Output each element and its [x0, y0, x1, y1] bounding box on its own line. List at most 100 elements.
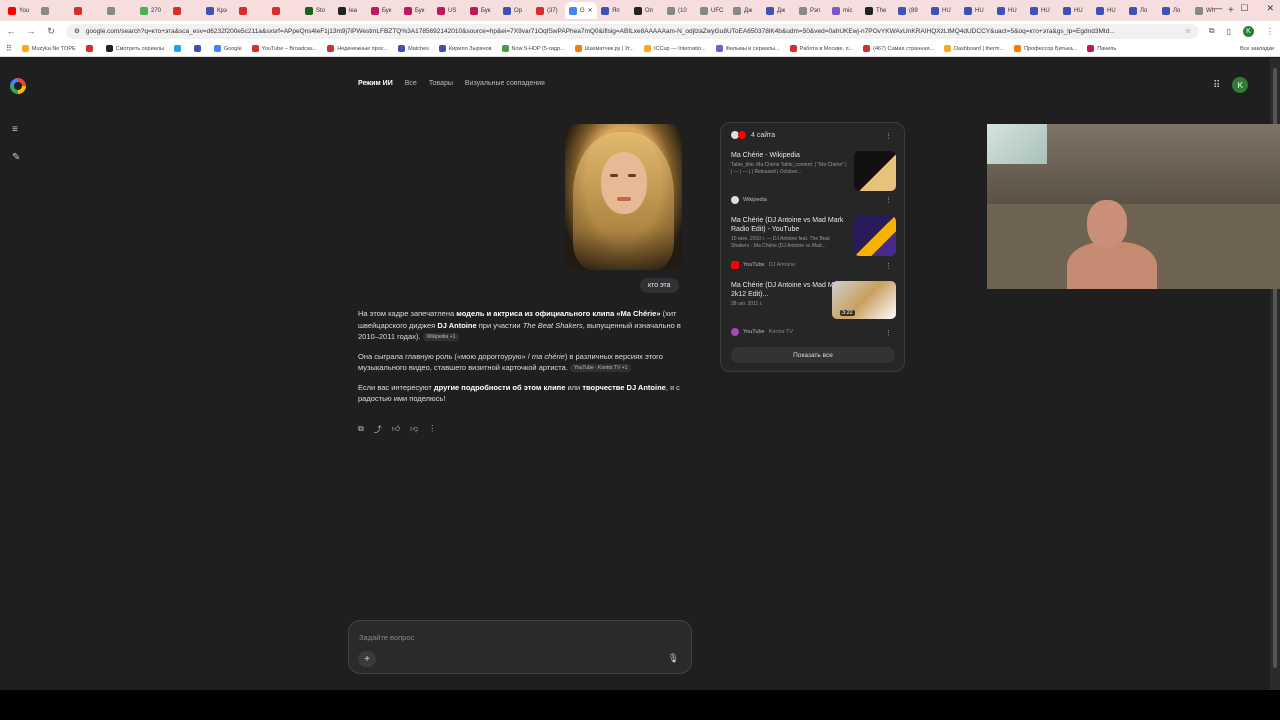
share-icon[interactable]: ⤴	[374, 424, 382, 435]
browser-tab[interactable]: Рэп	[795, 2, 828, 19]
source-more-icon[interactable]: ⋮	[885, 262, 892, 270]
bookmark-item[interactable]	[85, 45, 96, 52]
browser-tab[interactable]	[268, 2, 301, 19]
browser-tab[interactable]: Яп	[597, 2, 630, 19]
citation-chip-wikipedia[interactable]: Wikipedia +1	[422, 333, 460, 342]
close-tab-icon[interactable]: ✕	[588, 7, 593, 14]
show-all-button[interactable]: Показать все	[731, 347, 895, 363]
browser-tab[interactable]: HU	[960, 2, 993, 19]
bookmark-item[interactable]: Смотреть сериалы	[105, 45, 164, 52]
menu-icon[interactable]: ⋮	[1266, 27, 1274, 36]
source-more-icon[interactable]: ⋮	[885, 329, 892, 337]
profile-avatar[interactable]: K	[1243, 25, 1254, 37]
url-text[interactable]: google.com/search?q=кто+эта&sca_esv=d623…	[86, 28, 1179, 35]
browser-tab[interactable]: Дж	[762, 2, 795, 19]
browser-tab[interactable]	[70, 2, 103, 19]
browser-tab[interactable]: Ло	[1125, 2, 1158, 19]
sources-more-icon[interactable]: ⋮	[885, 132, 892, 140]
browser-tab[interactable]: Бук	[466, 2, 499, 19]
bookmark-item[interactable]: Профессор Битька...	[1014, 45, 1077, 52]
browser-tab[interactable]: Sto	[301, 2, 334, 19]
back-icon[interactable]: ←	[6, 26, 16, 36]
browser-tab[interactable]: mic	[828, 2, 861, 19]
sources-header[interactable]: 4 сайта	[731, 131, 775, 139]
history-list-icon[interactable]: ≡	[12, 124, 18, 135]
address-bar[interactable]: ⚙ google.com/search?q=кто+эта&sca_esv=d6…	[66, 23, 1199, 39]
source-thumbnail[interactable]	[854, 151, 896, 191]
bookmark-item[interactable]: (467) Самая странная...	[863, 45, 934, 52]
bookmark-item[interactable]: Matches	[398, 45, 429, 52]
forward-icon[interactable]: →	[26, 26, 36, 36]
bookmark-item[interactable]: Google	[213, 45, 242, 52]
source-video-thumbnail[interactable]: 3:22	[832, 281, 896, 319]
bookmark-item[interactable]: ICCup — Internatio...	[644, 45, 706, 52]
bookmark-item[interactable]	[193, 45, 204, 52]
bookmark-item[interactable]: Фильмы и сериалы...	[715, 45, 780, 52]
tab-products[interactable]: Товары	[429, 80, 453, 87]
browser-tab[interactable]: Оп	[630, 2, 663, 19]
apps-grid-icon[interactable]: ⠿	[6, 44, 12, 53]
browser-tab[interactable]: The	[861, 2, 894, 19]
browser-tab[interactable]: UFC	[696, 2, 729, 19]
bookmark-item[interactable]: Неденежные прос...	[327, 45, 388, 52]
browser-tab[interactable]: (37)	[532, 2, 565, 19]
extensions-icon[interactable]: ⧉	[1209, 26, 1215, 36]
browser-tab[interactable]: (10	[663, 2, 696, 19]
browser-tab[interactable]: Дж	[729, 2, 762, 19]
browser-tab[interactable]: 270	[136, 2, 169, 19]
browser-tab[interactable]: HU	[1026, 2, 1059, 19]
browser-tab[interactable]: (89	[894, 2, 927, 19]
minimize-icon[interactable]: —	[1213, 3, 1222, 14]
source-title[interactable]: Ma Chérie - Wikipedia	[731, 151, 849, 160]
source-item[interactable]: Ma Chérie (DJ Antoine vs Mad Mark 2k12 E…	[731, 281, 896, 319]
source-item[interactable]: Ma Chérie (DJ Antoine vs Mad Mark Radio …	[731, 216, 896, 256]
add-attachment-button[interactable]: +	[358, 651, 376, 667]
browser-tab[interactable]: US	[433, 2, 466, 19]
google-apps-icon[interactable]: ⠿	[1213, 80, 1220, 91]
thumbs-down-icon[interactable]: 👎︎	[410, 424, 418, 435]
tab-ai-mode[interactable]: Режим ИИ	[358, 80, 393, 87]
browser-tab[interactable]: HU	[993, 2, 1026, 19]
ask-placeholder[interactable]: Задайте вопрос	[359, 633, 414, 642]
browser-tab[interactable]: HU	[927, 2, 960, 19]
source-item[interactable]: Ma Chérie - Wikipedia Table_title: Ma Ch…	[731, 151, 896, 191]
browser-tab[interactable]	[169, 2, 202, 19]
microphone-icon[interactable]: 🎙︎	[668, 653, 679, 664]
browser-tab[interactable]: You	[4, 2, 37, 19]
browser-tab[interactable]: Бук	[367, 2, 400, 19]
bookmark-item[interactable]: Muzyka Ne TOPE	[21, 45, 76, 52]
browser-tab[interactable]: lea	[334, 2, 367, 19]
tab-visual-matches[interactable]: Визуальные совпадения	[465, 80, 545, 87]
bookmark-item[interactable]: Панель	[1087, 45, 1116, 52]
query-image[interactable]	[565, 124, 682, 270]
browser-tab[interactable]: Ло	[1158, 2, 1191, 19]
browser-tab[interactable]: HU	[1092, 2, 1125, 19]
bookmark-item[interactable]: Now 5-HDP (5-гидр...	[501, 45, 565, 52]
bookmark-star-icon[interactable]: ☆	[1185, 27, 1191, 35]
bookmark-item[interactable]: Dashboard | therm...	[944, 45, 1004, 52]
browser-tab[interactable]	[103, 2, 136, 19]
copy-icon[interactable]: ⧉	[358, 424, 364, 435]
source-thumbnail[interactable]	[854, 216, 896, 256]
more-options-icon[interactable]: ⋮	[428, 424, 436, 435]
close-window-icon[interactable]: ✕	[1266, 3, 1274, 14]
bookmark-item[interactable]: Кирилл Зырянов	[438, 45, 492, 52]
new-chat-edit-icon[interactable]: ✎	[12, 152, 20, 163]
account-avatar[interactable]: K	[1232, 77, 1249, 93]
site-info-icon[interactable]: ⚙	[74, 27, 80, 35]
browser-tab[interactable]: Бук	[400, 2, 433, 19]
browser-tab[interactable]: G ✕	[565, 2, 597, 19]
bookmark-item[interactable]: YouTube – Broadcas...	[251, 45, 317, 52]
source-more-icon[interactable]: ⋮	[885, 196, 892, 204]
sidepanel-icon[interactable]: ▯	[1227, 27, 1231, 36]
browser-tab[interactable]	[235, 2, 268, 19]
bookmark-item[interactable]: Работа в Москве, п...	[789, 45, 853, 52]
tab-all[interactable]: Все	[405, 80, 417, 87]
ask-box[interactable]: Задайте вопрос + 🎙︎	[348, 620, 692, 674]
browser-tab[interactable]: Ор	[499, 2, 532, 19]
reload-icon[interactable]: ↻	[46, 26, 56, 37]
browser-tab[interactable]: Крэ	[202, 2, 235, 19]
maximize-icon[interactable]: ☐	[1240, 3, 1248, 14]
all-bookmarks[interactable]: Все закладки	[1240, 46, 1274, 52]
browser-tab[interactable]	[37, 2, 70, 19]
